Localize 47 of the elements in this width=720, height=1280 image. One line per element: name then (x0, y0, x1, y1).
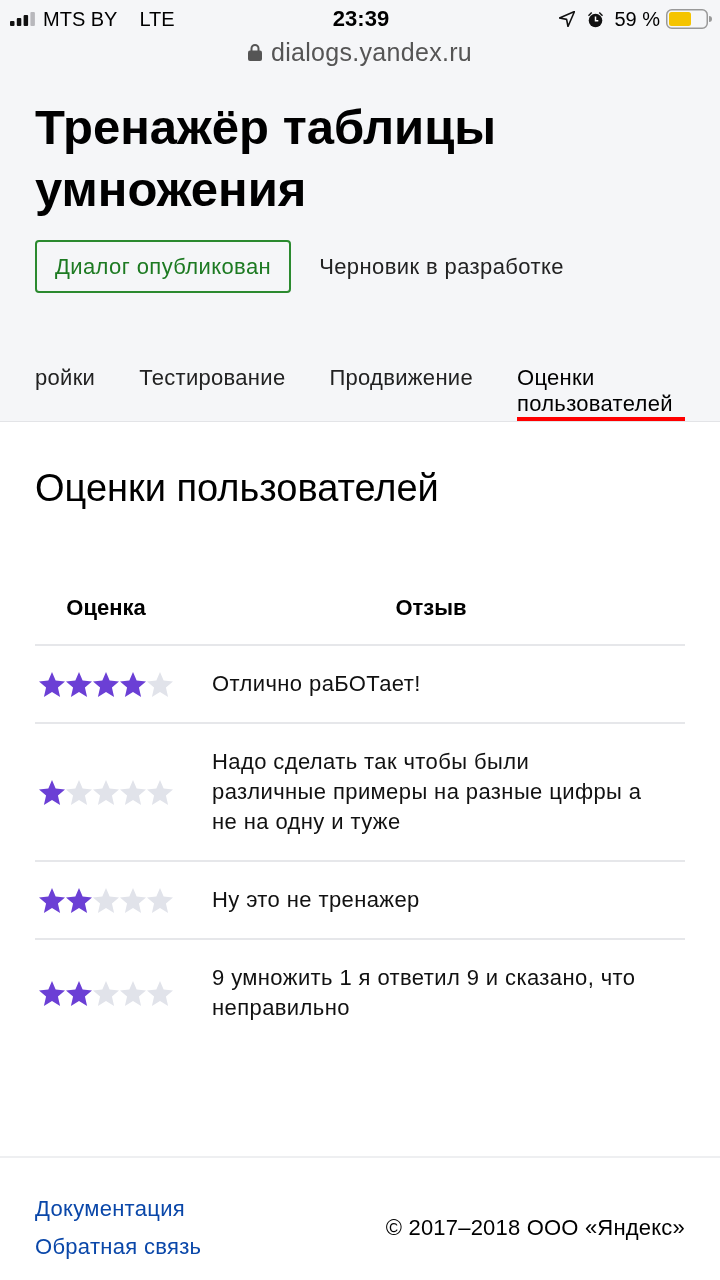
star-icon (39, 887, 65, 913)
skill-title: Тренажёр таблицы умножения (35, 99, 498, 218)
star-icon (93, 671, 119, 697)
clock-time: 23:39 (332, 6, 390, 32)
section-heading: Оценки пользователей (35, 466, 440, 510)
column-header: Отзыв (395, 595, 467, 621)
star-icon (66, 671, 92, 697)
signal-icon (10, 12, 35, 26)
star-icon (39, 779, 65, 805)
star-icon (147, 887, 173, 913)
review-text: 9 умножить 1 я ответил 9 и сказано, что неправильно (212, 964, 637, 1022)
footer-link[interactable]: Обратная связь (35, 1228, 202, 1266)
star-icon (120, 980, 146, 1006)
star-icon (66, 779, 92, 805)
star-icon (93, 779, 119, 805)
star-icon (147, 671, 173, 697)
version-tab[interactable]: Диалог опубликован (35, 240, 292, 293)
column-header: Оценка (66, 595, 146, 621)
star-icon (66, 980, 92, 1006)
nav-tab[interactable]: Тестирование (139, 365, 286, 395)
star-icon (39, 671, 65, 697)
footer-link[interactable]: Документация (35, 1190, 185, 1228)
battery-icon (666, 9, 712, 29)
nav-tab[interactable]: Продвижение (329, 365, 473, 395)
nav-tab[interactable]: ройки (35, 365, 96, 395)
star-icon (39, 980, 65, 1006)
review-text: Ну это не тренажер (212, 886, 421, 914)
nav-tab[interactable]: Оценки пользователей (516, 365, 685, 421)
review-text: Отлично раБОТает! (212, 670, 422, 698)
star-icon (147, 779, 173, 805)
star-icon (120, 671, 146, 697)
star-icon (147, 980, 173, 1006)
version-tab[interactable]: Черновик в разработке (299, 240, 584, 293)
star-icon (120, 779, 146, 805)
review-text: Надо сделать так чтобы были различные примеры на разные цифры а не на одну и туже (212, 748, 643, 836)
carrier-name: MTS BY (43, 7, 118, 31)
star-icon (120, 887, 146, 913)
star-icon (66, 887, 92, 913)
battery-percent: 59 % (614, 7, 660, 31)
network-type: LTE (139, 7, 175, 31)
star-icon (93, 980, 119, 1006)
copyright-text: © 2017–2018 ООО «Яндекс» (385, 1215, 685, 1241)
alarm-clock-icon (587, 10, 605, 28)
lock-icon (247, 43, 262, 61)
star-icon (93, 887, 119, 913)
location-arrow-icon (559, 11, 576, 27)
url-text: dialogs.yandex.ru (270, 37, 473, 67)
